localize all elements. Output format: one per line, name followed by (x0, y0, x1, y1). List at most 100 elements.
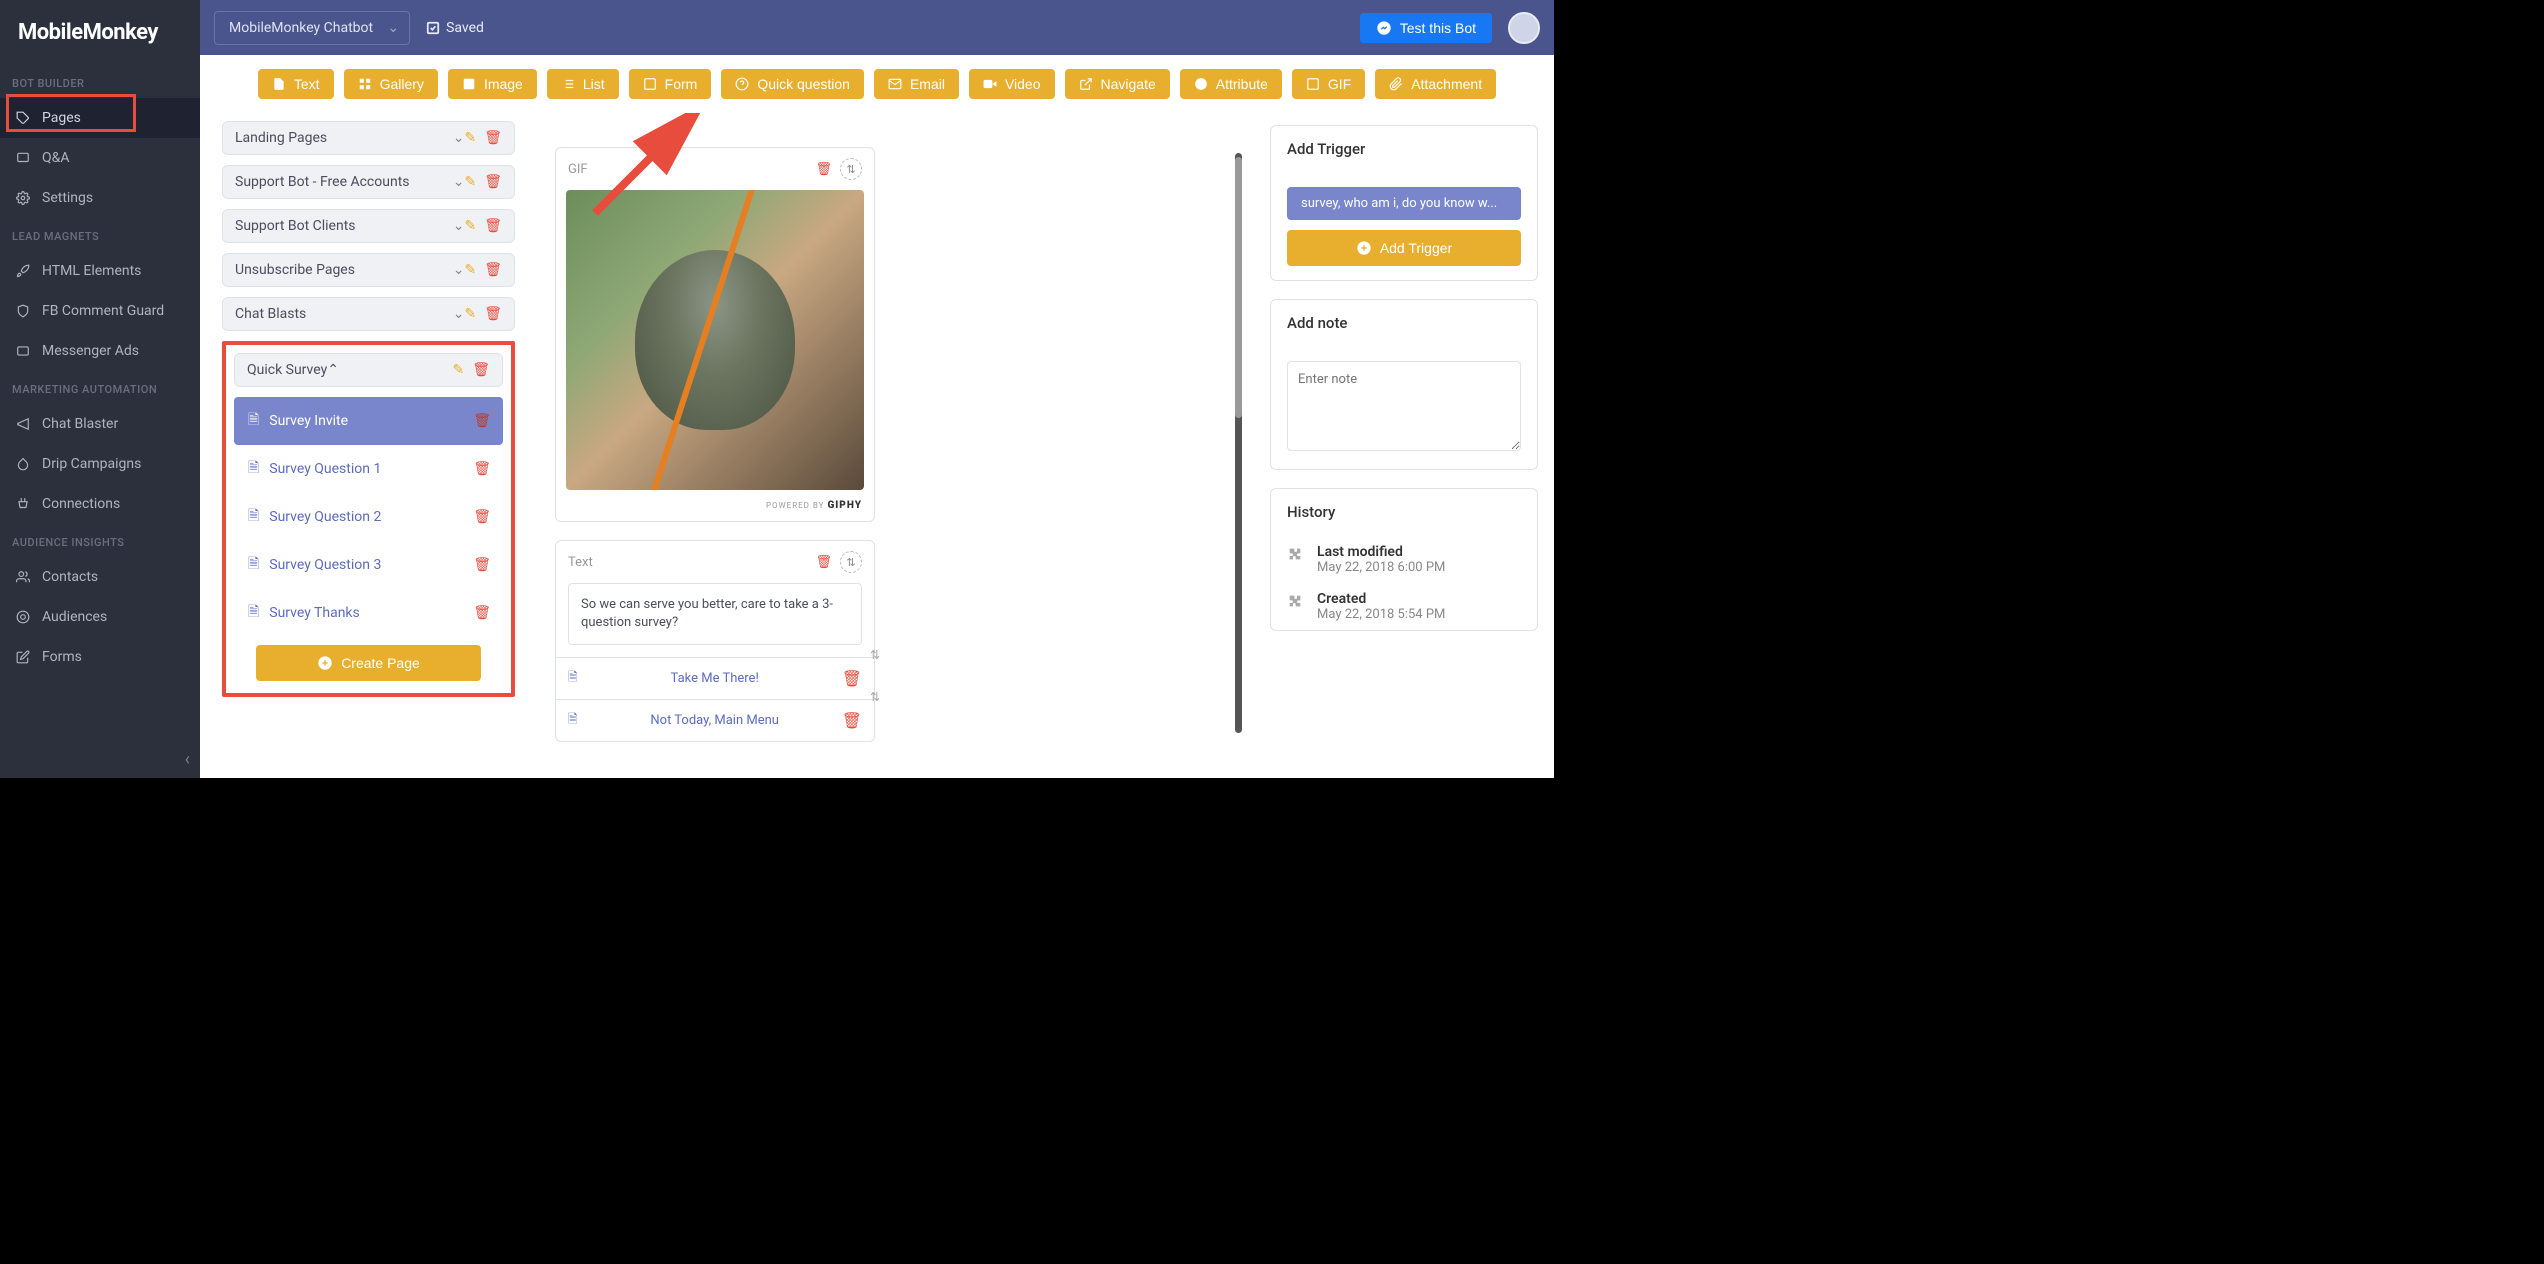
plus-circle-icon (317, 655, 333, 671)
drag-handle-icon[interactable]: ⇅ (840, 158, 862, 180)
quick-reply-1[interactable]: ⇅ 🗎 Take Me There! 🗑 (556, 657, 874, 699)
page-survey-q1[interactable]: 🗎 Survey Question 1 🗑 (234, 445, 503, 493)
trash-icon[interactable]: 🗑 (473, 509, 491, 525)
sidebar-label: Drip Campaigns (42, 456, 141, 472)
page-icon: 🗎 (248, 457, 259, 481)
puzzle-icon (1287, 546, 1305, 562)
folder-chat-blasts[interactable]: Chat Blasts⌄ ✎ 🗑 (222, 297, 515, 331)
right-column: Add Trigger survey, who am i, do you kno… (1254, 113, 1554, 778)
page-icon: 🗎 (568, 710, 578, 731)
tool-list[interactable]: List (547, 69, 619, 99)
text-content[interactable]: So we can serve you better, care to take… (568, 583, 862, 645)
tool-attachment[interactable]: Attachment (1375, 69, 1496, 99)
edit-icon[interactable]: ✎ (464, 174, 476, 190)
page-survey-thanks[interactable]: 🗎 Survey Thanks 🗑 (234, 589, 503, 637)
drag-handle-icon[interactable]: ⇅ (840, 551, 862, 573)
trigger-panel: Add Trigger survey, who am i, do you kno… (1270, 125, 1538, 281)
drag-handle-icon[interactable]: ⇅ (870, 690, 880, 704)
sidebar-label: HTML Elements (42, 263, 141, 279)
attachment-icon (1389, 77, 1403, 91)
section-bot-builder: BOT BUILDER (0, 65, 200, 98)
tool-video[interactable]: Video (969, 69, 1055, 99)
sidebar-item-settings[interactable]: Settings (0, 178, 200, 218)
sidebar-item-drip-campaigns[interactable]: Drip Campaigns (0, 444, 200, 484)
trigger-chip[interactable]: survey, who am i, do you know w... (1287, 187, 1521, 220)
trash-icon[interactable]: 🗑 (842, 669, 862, 688)
chevron-down-icon: ⌄ (453, 218, 465, 234)
page-survey-q3[interactable]: 🗎 Survey Question 3 🗑 (234, 541, 503, 589)
edit-icon[interactable]: ✎ (464, 262, 476, 278)
sidebar: MobileMonkey BOT BUILDER Pages Q&A Setti… (0, 0, 200, 778)
create-page-button[interactable]: Create Page (256, 645, 482, 681)
panel-title: Add Trigger (1271, 126, 1537, 173)
attribute-icon (1194, 77, 1208, 91)
trash-icon[interactable]: 🗑 (484, 218, 502, 234)
sidebar-item-chat-blaster[interactable]: Chat Blaster (0, 404, 200, 444)
add-trigger-button[interactable]: Add Trigger (1287, 230, 1521, 266)
quick-reply-2[interactable]: ⇅ 🗎 Not Today, Main Menu 🗑 (556, 699, 874, 741)
trash-icon[interactable]: 🗑 (815, 555, 832, 570)
check-icon (426, 21, 440, 35)
tool-form[interactable]: Form (629, 69, 712, 99)
chevron-down-icon: ⌄ (453, 130, 465, 146)
chevron-down-icon: ⌄ (453, 262, 465, 278)
sidebar-item-fb-comment-guard[interactable]: FB Comment Guard (0, 291, 200, 331)
pages-column: Landing Pages⌄ ✎ 🗑 Support Bot - Free Ac… (200, 113, 525, 778)
text-widget: Text 🗑 ⇅ So we can serve you better, car… (555, 540, 875, 742)
trash-icon[interactable]: 🗑 (484, 306, 502, 322)
list-icon (561, 77, 575, 91)
note-textarea[interactable] (1287, 361, 1521, 451)
sidebar-item-messenger-ads[interactable]: Messenger Ads (0, 331, 200, 371)
edit-icon[interactable]: ✎ (464, 130, 476, 146)
gif-preview[interactable] (566, 190, 864, 490)
sidebar-item-contacts[interactable]: Contacts (0, 557, 200, 597)
sidebar-item-qa[interactable]: Q&A (0, 138, 200, 178)
edit-icon[interactable]: ✎ (464, 306, 476, 322)
page-survey-invite[interactable]: 🗎 Survey Invite 🗑 (234, 397, 503, 445)
tool-attribute[interactable]: Attribute (1180, 69, 1282, 99)
folder-support-clients[interactable]: Support Bot Clients⌄ ✎ 🗑 (222, 209, 515, 243)
tool-quick-question[interactable]: Quick question (721, 69, 864, 99)
trash-icon[interactable]: 🗑 (484, 174, 502, 190)
sidebar-label: Connections (42, 496, 120, 512)
sidebar-label: Settings (42, 190, 93, 206)
test-bot-button[interactable]: Test this Bot (1360, 13, 1492, 43)
drag-handle-icon[interactable]: ⇅ (870, 648, 880, 662)
tool-navigate[interactable]: Navigate (1065, 69, 1170, 99)
tool-image[interactable]: Image (448, 69, 537, 99)
trash-icon[interactable]: 🗑 (473, 557, 491, 573)
trash-icon[interactable]: 🗑 (472, 362, 490, 378)
page-survey-q2[interactable]: 🗎 Survey Question 2 🗑 (234, 493, 503, 541)
tag-icon (14, 109, 32, 127)
gif-widget: GIF 🗑 ⇅ POWERED BY GIPHY (555, 147, 875, 522)
tool-email[interactable]: Email (874, 69, 959, 99)
edit-icon[interactable]: ✎ (452, 362, 464, 378)
tool-text[interactable]: Text (258, 69, 334, 99)
trash-icon[interactable]: 🗑 (473, 605, 491, 621)
sidebar-item-html-elements[interactable]: HTML Elements (0, 251, 200, 291)
trash-icon[interactable]: 🗑 (815, 162, 832, 177)
user-avatar[interactable] (1508, 12, 1540, 44)
folder-landing-pages[interactable]: Landing Pages⌄ ✎ 🗑 (222, 121, 515, 155)
trash-icon[interactable]: 🗑 (484, 262, 502, 278)
folder-support-free[interactable]: Support Bot - Free Accounts⌄ ✎ 🗑 (222, 165, 515, 199)
chatbot-selector[interactable]: MobileMonkey Chatbot ⌄ (214, 11, 410, 45)
sidebar-item-forms[interactable]: Forms (0, 637, 200, 677)
scrollbar[interactable] (1235, 153, 1242, 733)
sidebar-item-audiences[interactable]: Audiences (0, 597, 200, 637)
tool-gif[interactable]: GIF (1292, 69, 1365, 99)
sidebar-item-pages[interactable]: Pages (0, 98, 200, 138)
sidebar-item-connections[interactable]: Connections (0, 484, 200, 524)
trash-icon[interactable]: 🗑 (473, 413, 491, 429)
rocket-icon (14, 262, 32, 280)
annotation-highlight-quick-survey: Quick Survey⌃ ✎ 🗑 🗎 Survey Invite 🗑 (222, 341, 515, 697)
folder-unsubscribe[interactable]: Unsubscribe Pages⌄ ✎ 🗑 (222, 253, 515, 287)
folder-quick-survey[interactable]: Quick Survey⌃ ✎ 🗑 (234, 353, 503, 387)
video-icon (983, 77, 997, 91)
edit-icon[interactable]: ✎ (464, 218, 476, 234)
trash-icon[interactable]: 🗑 (842, 711, 862, 730)
trash-icon[interactable]: 🗑 (473, 461, 491, 477)
tool-gallery[interactable]: Gallery (344, 69, 438, 99)
trash-icon[interactable]: 🗑 (484, 130, 502, 146)
collapse-sidebar-button[interactable]: ‹ (185, 749, 190, 770)
